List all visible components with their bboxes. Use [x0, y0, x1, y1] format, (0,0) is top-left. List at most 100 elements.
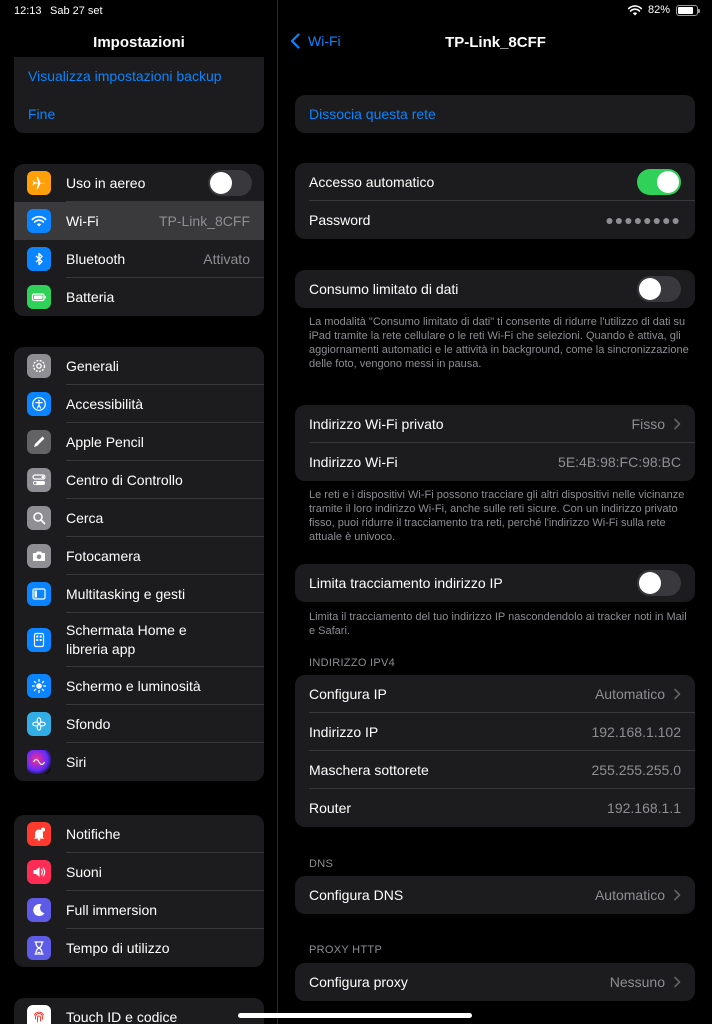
- limit-ip-group: Limita tracciamento indirizzo IP: [295, 564, 695, 602]
- chevron-right-icon: [674, 688, 681, 700]
- connectivity-group: Uso in aereo Wi-Fi TP-Link_8CFF Bluetoot…: [14, 164, 264, 316]
- sidebar-item-label: Sfondo: [66, 715, 111, 732]
- done-link[interactable]: Fine: [14, 95, 264, 133]
- forget-network-button[interactable]: Dissocia questa rete: [295, 95, 695, 133]
- sidebar-item-label: Apple Pencil: [66, 433, 144, 450]
- sidebar-item-label: Schermo e luminosità: [66, 677, 201, 694]
- sidebar-item-label: Full immersion: [66, 901, 158, 918]
- airplane-toggle[interactable]: [208, 170, 252, 196]
- sidebar-item-label: Suoni: [66, 863, 102, 880]
- sidebar-item-camera[interactable]: Fotocamera: [14, 537, 264, 575]
- low-data-label: Consumo limitato di dati: [309, 281, 459, 297]
- sidebar-item-label: Siri: [66, 753, 87, 770]
- password-row[interactable]: Password ●●●●●●●●: [295, 201, 695, 239]
- low-data-group: Consumo limitato di dati: [295, 270, 695, 308]
- sidebar-item-display[interactable]: Schermo e luminosità: [14, 667, 264, 705]
- sidebar-item-home-screen[interactable]: Schermata Home e libreria app: [14, 613, 264, 667]
- sidebar-item-apple-pencil[interactable]: Apple Pencil: [14, 423, 264, 461]
- sidebar-item-label: Multitasking e gesti: [66, 585, 186, 602]
- private-address-group: Indirizzo Wi-Fi privato Fisso Indirizzo …: [295, 405, 695, 481]
- configure-proxy-value: Nessuno: [609, 974, 665, 990]
- limit-ip-label: Limita tracciamento indirizzo IP: [309, 575, 503, 591]
- sidebar-item-notifications[interactable]: Notifiche: [14, 815, 264, 853]
- password-label: Password: [309, 212, 371, 228]
- configure-ip-value: Automatico: [594, 686, 665, 702]
- subnet-row: Maschera sottorete 255.255.255.0: [295, 751, 695, 789]
- auto-join-toggle[interactable]: [637, 169, 681, 195]
- sidebar-item-focus[interactable]: Full immersion: [14, 891, 264, 929]
- sidebar-item-accessibility[interactable]: Accessibilità: [14, 385, 264, 423]
- view-backup-settings-link[interactable]: Visualizza impostazioni backup: [14, 57, 264, 95]
- sidebar-item-label: Cerca: [66, 509, 104, 526]
- limit-ip-row: Limita tracciamento indirizzo IP: [295, 564, 695, 602]
- chevron-right-icon: [674, 976, 681, 988]
- backup-group: Visualizza impostazioni backup Fine: [14, 57, 264, 133]
- limit-ip-toggle[interactable]: [637, 570, 681, 596]
- sidebar-item-bluetooth[interactable]: Bluetooth Attivato: [14, 240, 264, 278]
- private-address-footnote: Le reti e i dispositivi Wi-Fi possono tr…: [309, 489, 685, 543]
- sidebar-item-label: Generali: [66, 357, 119, 374]
- page-title: TP-Link_8CFF: [445, 34, 546, 51]
- sidebar-item-wifi[interactable]: Wi-Fi TP-Link_8CFF: [14, 202, 264, 240]
- private-address-value: Fisso: [631, 416, 665, 432]
- gear-icon: [27, 354, 51, 378]
- ip-address-value: 192.168.1.102: [591, 724, 681, 740]
- sidebar-item-airplane[interactable]: Uso in aereo: [14, 164, 264, 202]
- sidebar-item-general[interactable]: Generali: [14, 347, 264, 385]
- hourglass-icon: [27, 936, 51, 960]
- sidebar-item-label: Wi-Fi: [66, 212, 99, 229]
- dns-group: Configura DNS Automatico: [295, 876, 695, 914]
- fingerprint-icon: [27, 1005, 51, 1024]
- battery-setting-icon: [27, 285, 51, 309]
- low-data-footnote: La modalità "Consumo limitato di dati" t…: [309, 316, 689, 370]
- ip-address-row: Indirizzo IP 192.168.1.102: [295, 713, 695, 751]
- sidebar-item-wallpaper[interactable]: Sfondo: [14, 705, 264, 743]
- private-address-row[interactable]: Indirizzo Wi-Fi privato Fisso: [295, 405, 695, 443]
- forget-group: Dissocia questa rete: [295, 95, 695, 133]
- speaker-icon: [27, 860, 51, 884]
- configure-proxy-label: Configura proxy: [309, 974, 408, 990]
- ipv4-group: Configura IP Automatico Indirizzo IP 192…: [295, 675, 695, 827]
- private-address-label: Indirizzo Wi-Fi privato: [309, 416, 444, 432]
- configure-dns-value: Automatico: [594, 887, 665, 903]
- sidebar-item-sounds[interactable]: Suoni: [14, 853, 264, 891]
- sidebar-item-label: Touch ID e codice: [66, 1008, 178, 1024]
- security-group: Touch ID e codice: [14, 998, 264, 1024]
- sidebar-item-battery[interactable]: Batteria: [14, 278, 264, 316]
- ip-address-label: Indirizzo IP: [309, 724, 379, 740]
- siri-icon: [27, 750, 51, 774]
- low-data-row: Consumo limitato di dati: [295, 270, 695, 308]
- sidebar-item-label: Fotocamera: [66, 547, 141, 564]
- sidebar-item-control-center[interactable]: Centro di Controllo: [14, 461, 264, 499]
- bluetooth-value: Attivato: [203, 251, 250, 267]
- camera-icon: [27, 544, 51, 568]
- wifi-address-value: 5E:4B:98:FC:98:BC: [558, 454, 681, 470]
- limit-ip-footnote: Limita il tracciamento del tuo indirizzo…: [309, 611, 687, 637]
- sidebar-item-touch-id[interactable]: Touch ID e codice: [14, 998, 264, 1024]
- configure-dns-row[interactable]: Configura DNS Automatico: [295, 876, 695, 914]
- configure-proxy-row[interactable]: Configura proxy Nessuno: [295, 963, 695, 1001]
- sidebar-item-label: Accessibilità: [66, 395, 144, 412]
- status-bar: 12:13 Sab 27 set 82%: [0, 0, 712, 22]
- chevron-right-icon: [674, 889, 681, 901]
- proxy-group: Configura proxy Nessuno: [295, 963, 695, 1001]
- home-indicator[interactable]: [238, 1013, 472, 1018]
- low-data-toggle[interactable]: [637, 276, 681, 302]
- accessibility-icon: [27, 392, 51, 416]
- sidebar-item-siri[interactable]: Siri: [14, 743, 264, 781]
- bluetooth-icon: [27, 247, 51, 271]
- password-mask: ●●●●●●●●: [605, 212, 681, 228]
- settings-sidebar: Impostazioni Visualizza impostazioni bac…: [0, 0, 278, 1024]
- sidebar-item-multitasking[interactable]: Multitasking e gesti: [14, 575, 264, 613]
- home-screen-icon: [27, 628, 51, 652]
- search-icon: [27, 506, 51, 530]
- sidebar-item-screen-time[interactable]: Tempo di utilizzo: [14, 929, 264, 967]
- sun-icon: [27, 674, 51, 698]
- configure-ip-row[interactable]: Configura IP Automatico: [295, 675, 695, 713]
- ipv4-section-header: INDIRIZZO IPV4: [309, 657, 396, 669]
- wifi-address-row: Indirizzo Wi-Fi 5E:4B:98:FC:98:BC: [295, 443, 695, 481]
- control-center-icon: [27, 468, 51, 492]
- subnet-label: Maschera sottorete: [309, 762, 429, 778]
- sidebar-item-label: Centro di Controllo: [66, 471, 183, 488]
- sidebar-item-search[interactable]: Cerca: [14, 499, 264, 537]
